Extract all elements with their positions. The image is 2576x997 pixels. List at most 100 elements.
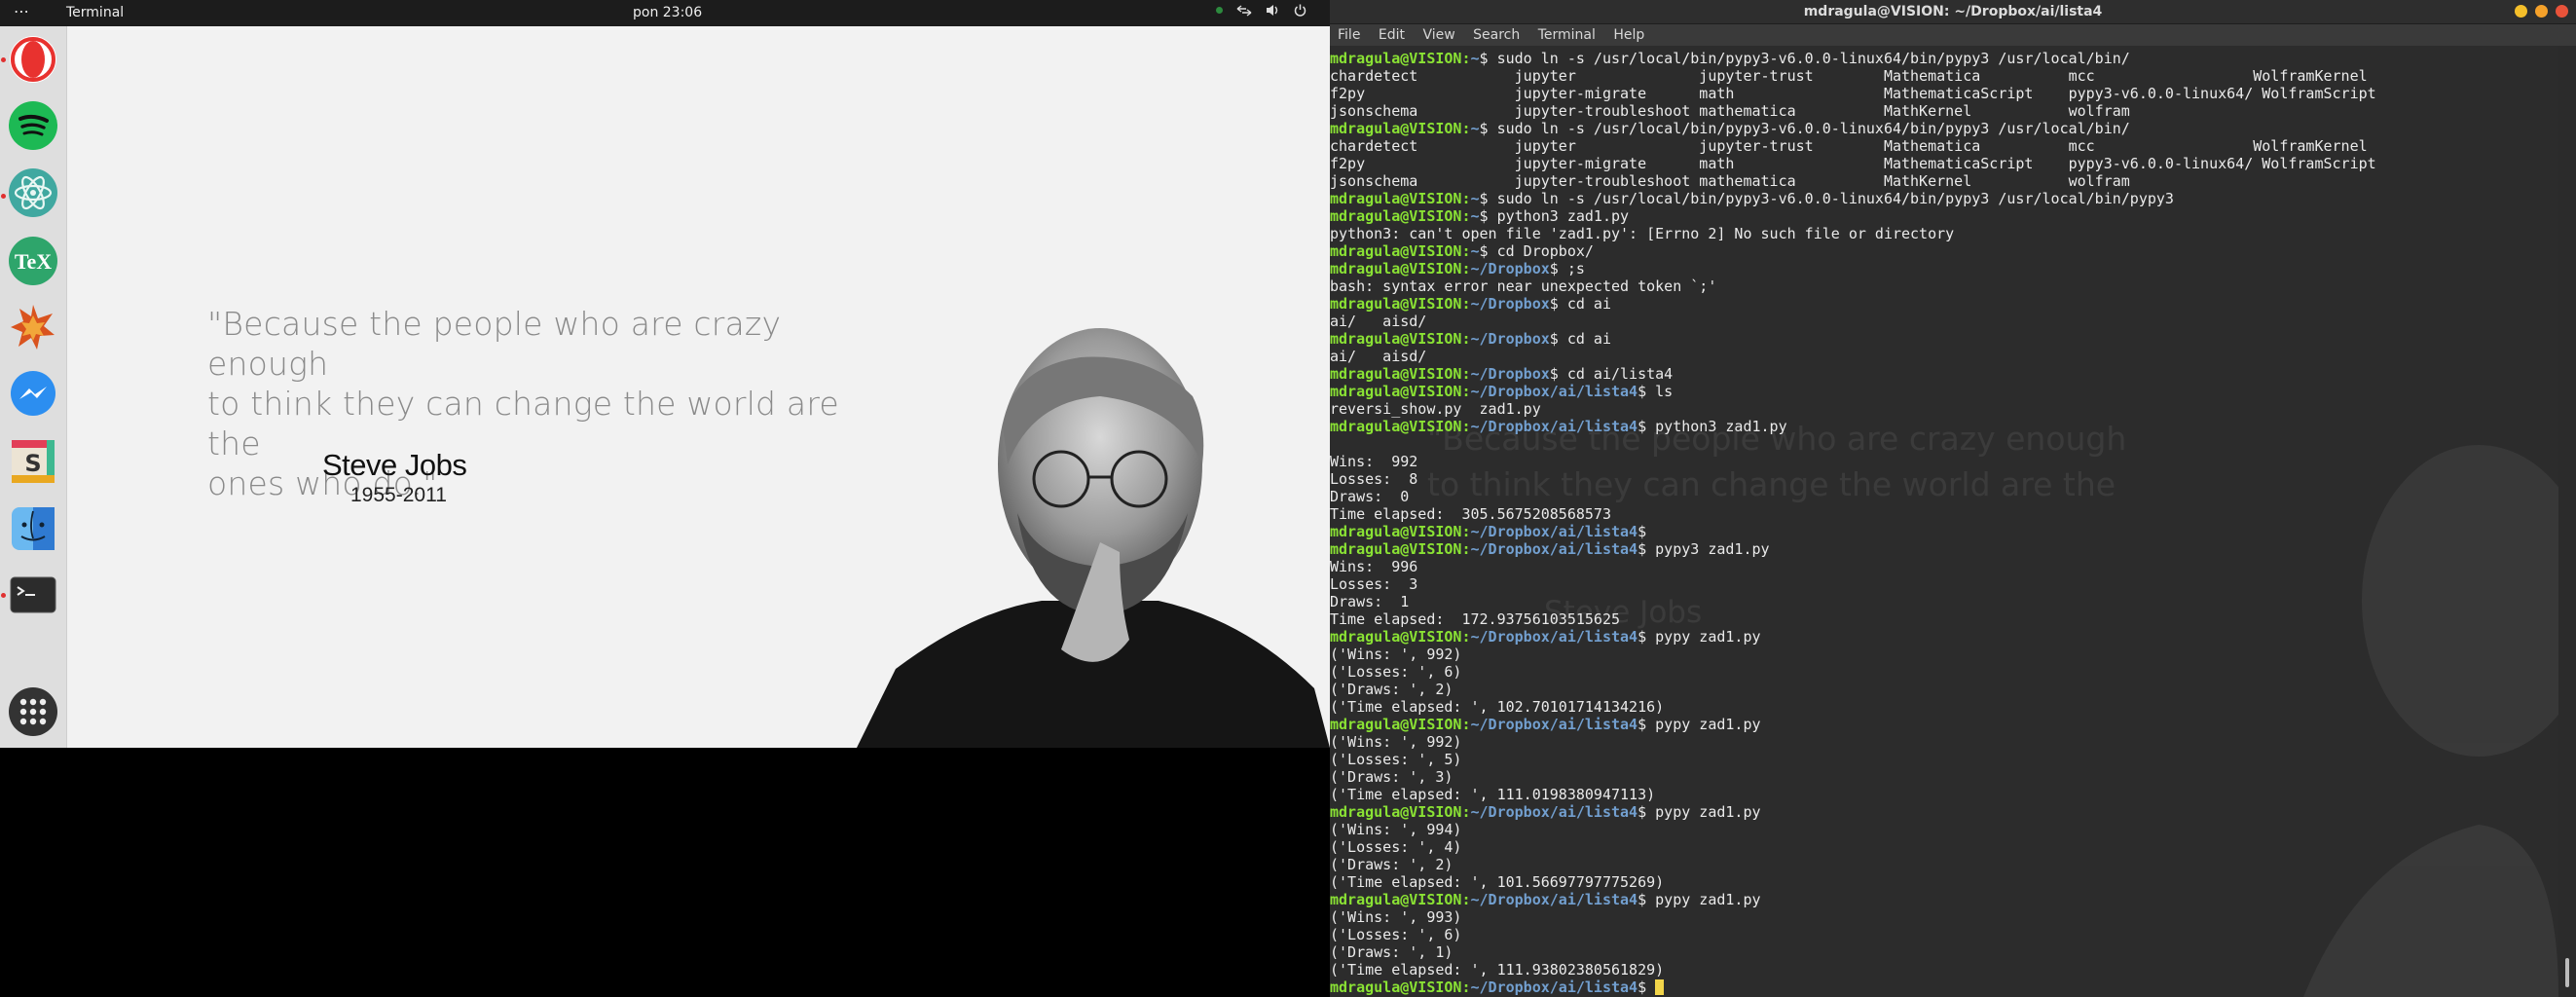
prompt-path: ~: [1470, 190, 1480, 207]
terminal-output-line: ai/ aisd/: [1330, 348, 2376, 365]
command-text: sudo ln -s /usr/local/bin/pypy3-v6.0.0-l…: [1496, 120, 2130, 137]
prompt-path: ~/Dropbox: [1470, 330, 1550, 348]
terminal-prompt-line: mdragula@VISION:~/Dropbox$ cd ai: [1330, 295, 1611, 313]
menu-view[interactable]: View: [1422, 27, 1454, 43]
command-text: sudo ln -s /usr/local/bin/pypy3-v6.0.0-l…: [1496, 50, 2130, 67]
dock-item-terminal[interactable]: [8, 570, 58, 620]
terminal-output-line: ('Losses: ', 4): [1330, 838, 2376, 856]
terminal-prompt-line: mdragula@VISION:~$ cd Dropbox/: [1330, 242, 1594, 260]
output-text: ('Wins: ', 994): [1330, 821, 1462, 838]
menu-help[interactable]: Help: [1613, 27, 1644, 43]
prompt-user-host: mdragula@VISION: [1330, 190, 1462, 207]
command-text: pypy3 zad1.py: [1655, 540, 1770, 558]
command-text: python3 zad1.py: [1496, 207, 1630, 225]
menu-file[interactable]: File: [1338, 27, 1360, 43]
wallpaper-quote: "Because the people who are crazy enough…: [207, 304, 889, 503]
menu-edit[interactable]: Edit: [1379, 27, 1405, 43]
terminal-menubar: File Edit View Search Terminal Help: [1330, 24, 2576, 46]
menu-search[interactable]: Search: [1473, 27, 1520, 43]
terminal-output-line: ('Wins: ', 994): [1330, 821, 2376, 838]
window-titlebar[interactable]: mdragula@VISION: ~/Dropbox/ai/lista4: [1330, 0, 2576, 24]
prompt-path: ~/Dropbox/ai/lista4: [1470, 891, 1638, 908]
window-controls: [2515, 5, 2568, 18]
output-text: f2py jupyter-migrate math MathematicaScr…: [1330, 155, 2376, 172]
activities-button[interactable]: ⋯: [14, 2, 30, 20]
prompt-path: ~: [1470, 120, 1480, 137]
dock-item-opera[interactable]: [8, 34, 58, 85]
prompt-user-host: mdragula@VISION: [1330, 295, 1462, 313]
terminal-prompt-line: mdragula@VISION:~/Dropbox/ai/lista4$ ls: [1330, 383, 1674, 400]
dock-item-atom[interactable]: [8, 167, 58, 218]
dock-show-applications[interactable]: [8, 686, 58, 737]
prompt-user-host: mdragula@VISION: [1330, 207, 1462, 225]
window-title: mdragula@VISION: ~/Dropbox/ai/lista4: [1803, 4, 2103, 19]
terminal-output-line: chardetect jupyter jupyter-trust Mathema…: [1330, 67, 2376, 85]
prompt-path: ~/Dropbox/ai/lista4: [1470, 523, 1638, 540]
output-text: ('Wins: ', 992): [1330, 733, 1462, 751]
terminal-prompt-line: mdragula@VISION:~/Dropbox$ cd ai: [1330, 330, 1611, 348]
prompt-user-host: mdragula@VISION: [1330, 365, 1462, 383]
dock-item-messenger[interactable]: [8, 369, 58, 420]
dock-item-slack[interactable]: S: [8, 436, 58, 487]
scrollbar-thumb[interactable]: [2565, 958, 2569, 987]
maximize-button[interactable]: [2535, 5, 2548, 18]
output-text: ('Losses: ', 5): [1330, 751, 1462, 768]
terminal-output-line: Wins: 992: [1330, 453, 2376, 470]
command-text: cd ai/lista4: [1566, 365, 1674, 383]
terminal-prompt-line: mdragula@VISION:~/Dropbox$ cd ai/lista4: [1330, 365, 1674, 383]
output-text: f2py jupyter-migrate math MathematicaScr…: [1330, 85, 2376, 102]
terminal-output-line: python3: can't open file 'zad1.py': [Err…: [1330, 225, 2376, 242]
dock-item-spotify[interactable]: [8, 100, 58, 151]
terminal-window[interactable]: mdragula@VISION: ~/Dropbox/ai/lista4 Fil…: [1330, 0, 2576, 997]
terminal-output-line: ('Draws: ', 2): [1330, 681, 2376, 698]
menu-terminal[interactable]: Terminal: [1538, 27, 1596, 43]
prompt-user-host: mdragula@VISION: [1330, 260, 1462, 277]
system-status-area[interactable]: [1216, 4, 1306, 17]
output-text: ('Wins: ', 992): [1330, 646, 1462, 663]
dock-item-texstudio[interactable]: TeX: [8, 236, 58, 286]
terminal-body[interactable]: "Because the people who are crazy enough…: [1330, 46, 2558, 997]
terminal-output-line: Time elapsed: 305.5675208568573: [1330, 505, 2376, 523]
command-text: cd ai: [1566, 330, 1611, 348]
prompt-path: ~/Dropbox/ai/lista4: [1470, 716, 1638, 733]
prompt-user-host: mdragula@VISION: [1330, 120, 1462, 137]
slack-icon: S: [12, 440, 55, 483]
output-text: ('Losses: ', 4): [1330, 838, 1462, 856]
terminal-output-line: ('Draws: ', 3): [1330, 768, 2376, 786]
terminal-prompt-line: mdragula@VISION:~$ python3 zad1.py: [1330, 207, 1630, 225]
quote-line: to think they can change the world are t…: [207, 385, 839, 462]
running-indicator: [1, 593, 6, 598]
desktop-wallpaper: TeX S "Because the people who are crazy …: [0, 26, 1330, 748]
terminal-output-line: Time elapsed: 172.93756103515625: [1330, 610, 2376, 628]
terminal-prompt-line: mdragula@VISION:~/Dropbox/ai/lista4$ pyp…: [1330, 540, 1770, 558]
terminal-output-line: Wins: 996: [1330, 558, 2376, 575]
minimize-button[interactable]: [2515, 5, 2527, 18]
svg-text:S: S: [24, 450, 41, 477]
prompt-path: ~/Dropbox/ai/lista4: [1470, 540, 1638, 558]
terminal-output-line: ('Losses: ', 6): [1330, 926, 2376, 943]
output-text: ('Losses: ', 6): [1330, 926, 1462, 943]
output-text: ('Draws: ', 3): [1330, 768, 1454, 786]
terminal-output-line: jsonschema jupyter-troubleshoot mathemat…: [1330, 172, 2376, 190]
terminal-scrollbar[interactable]: [2558, 46, 2576, 997]
command-text: ;s: [1566, 260, 1585, 277]
terminal-prompt-line: mdragula@VISION:~$ sudo ln -s /usr/local…: [1330, 50, 2130, 67]
top-bar: ⋯ Terminal pon 23:06: [0, 0, 1330, 26]
close-button[interactable]: [2556, 5, 2568, 18]
clock[interactable]: pon 23:06: [633, 5, 702, 20]
text-cursor: [1655, 979, 1665, 995]
app-menu[interactable]: Terminal: [66, 5, 124, 20]
output-text: ('Wins: ', 993): [1330, 908, 1462, 926]
output-text: reversi_show.py zad1.py: [1330, 400, 1541, 418]
dock-item-finder[interactable]: [8, 503, 58, 554]
terminal-output-line: ('Draws: ', 1): [1330, 943, 2376, 961]
quote-years: 1955-2011: [350, 484, 447, 506]
terminal-output-line: Draws: 1: [1330, 593, 2376, 610]
messenger-icon: [11, 371, 55, 416]
output-text: ('Time elapsed: ', 111.93802380561829): [1330, 961, 1665, 979]
prompt-user-host: mdragula@VISION: [1330, 979, 1462, 996]
dock-item-mathematica[interactable]: [8, 302, 58, 352]
output-text: Losses: 8: [1330, 470, 1418, 488]
running-indicator: [1, 194, 6, 199]
